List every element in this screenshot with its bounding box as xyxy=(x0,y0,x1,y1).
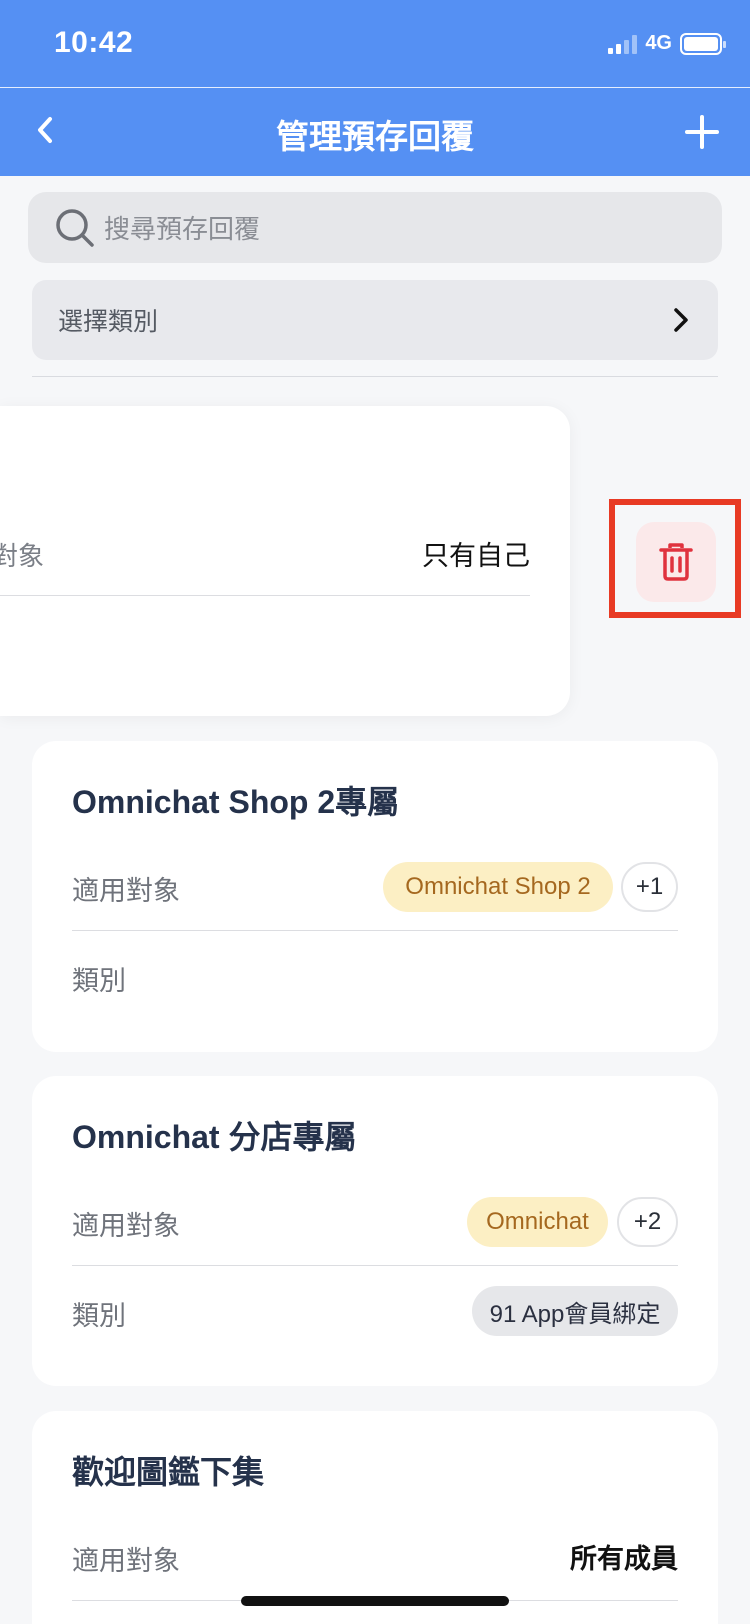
reply-card[interactable]: Omnichat 分店專屬 適用對象 Omnichat +2 類別 91 App… xyxy=(32,1076,718,1386)
audience-value: 只有自己 xyxy=(422,541,530,571)
chevron-right-icon xyxy=(674,308,688,332)
audience-label: 適用對象 xyxy=(72,1211,180,1241)
status-indicators: 4G xyxy=(608,32,726,55)
audience-chip: Omnichat Shop 2 xyxy=(383,862,613,912)
battery-icon xyxy=(680,32,726,55)
search-placeholder: 搜尋預存回覆 xyxy=(104,214,261,244)
status-time: 10:42 xyxy=(54,26,134,59)
audience-more-chip: +2 xyxy=(617,1197,678,1247)
audience-chip: Omnichat xyxy=(467,1197,608,1247)
category-label: 類別 xyxy=(72,966,126,996)
search-icon xyxy=(56,208,94,247)
audience-label-partial: 對象 xyxy=(0,541,45,571)
audience-value: 所有成員 xyxy=(570,1544,678,1574)
network-label: 4G xyxy=(645,32,672,54)
divider xyxy=(32,376,718,377)
reply-card[interactable]: Omnichat Shop 2專屬 適用對象 Omnichat Shop 2 +… xyxy=(32,741,718,1052)
card-title: Omnichat 分店專屬 xyxy=(72,1119,357,1155)
delete-button[interactable] xyxy=(636,522,716,602)
row-divider xyxy=(72,930,678,931)
audience-label: 適用對象 xyxy=(72,876,180,906)
trash-icon xyxy=(659,543,693,581)
reply-card[interactable]: 歡迎圖鑑下集 適用對象 所有成員 xyxy=(32,1411,718,1624)
audience-more-chip: +1 xyxy=(621,862,678,912)
row-divider xyxy=(72,1265,678,1266)
row-divider xyxy=(0,595,530,596)
category-selector[interactable]: 選擇類別 xyxy=(32,280,718,360)
card-title: 歡迎圖鑑下集 xyxy=(72,1454,265,1490)
swiped-reply-card[interactable]: 對象 只有自己 xyxy=(0,406,570,716)
plus-icon[interactable] xyxy=(684,114,720,150)
status-bar: 10:42 4G xyxy=(0,0,750,87)
search-input[interactable]: 搜尋預存回覆 xyxy=(28,192,722,263)
category-selector-label: 選擇類別 xyxy=(58,308,159,336)
audience-label: 適用對象 xyxy=(72,1546,180,1576)
home-indicator xyxy=(241,1596,509,1606)
card-title: Omnichat Shop 2專屬 xyxy=(72,784,400,820)
nav-bar: 管理預存回覆 xyxy=(0,87,750,176)
page-title: 管理預存回覆 xyxy=(276,118,474,155)
signal-icon xyxy=(608,34,638,54)
category-chip: 91 App會員綁定 xyxy=(472,1286,678,1336)
category-label: 類別 xyxy=(72,1301,126,1331)
